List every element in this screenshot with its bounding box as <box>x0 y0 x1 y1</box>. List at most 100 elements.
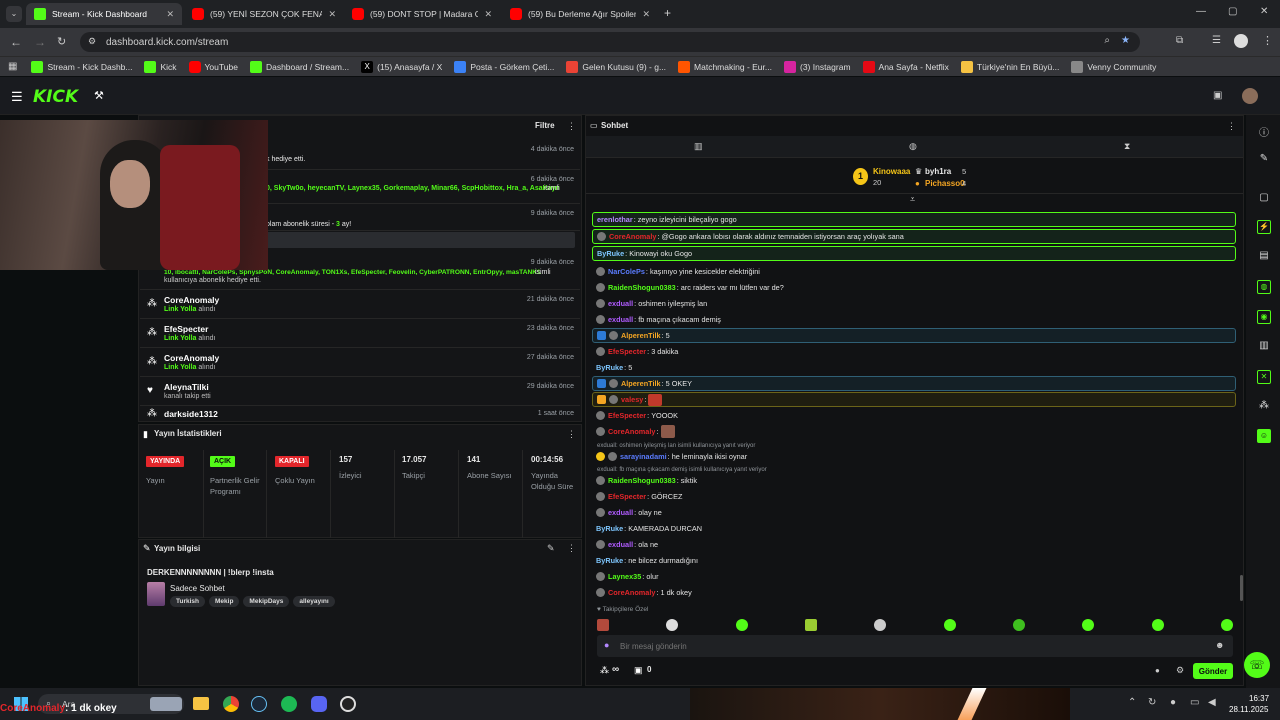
emote-icon[interactable] <box>1151 619 1164 631</box>
chat-username[interactable]: exduall <box>608 299 633 308</box>
bookmark-item[interactable]: Stream - Kick Dashb... <box>31 60 132 73</box>
chat-username[interactable]: EfeSpecter <box>608 347 646 356</box>
sync-icon[interactable]: ↻ <box>1148 697 1156 708</box>
chat-input[interactable] <box>620 638 1200 654</box>
chat-username[interactable]: RaidenShogun0383 <box>608 476 676 485</box>
apps-grid-icon[interactable]: ▦ <box>8 61 17 72</box>
hamburger-icon[interactable]: ☰ <box>11 89 23 105</box>
message-icon[interactable]: ◍ <box>1257 280 1271 294</box>
send-button[interactable]: Gönder <box>1193 663 1233 679</box>
file-explorer-icon[interactable] <box>193 697 209 710</box>
chat-username[interactable]: valesy <box>621 395 643 404</box>
zoom-icon[interactable]: ⌕ <box>1104 35 1110 46</box>
settings-gear-icon[interactable]: ⚙ <box>1176 665 1184 676</box>
wrench-icon[interactable]: ✕ <box>1257 370 1271 384</box>
chat-username[interactable]: EfeSpecter <box>608 411 646 420</box>
chat-username[interactable]: AlperenTilk <box>621 379 661 388</box>
reading-list-icon[interactable]: ☰ <box>1212 35 1221 46</box>
broadcast-icon[interactable]: ◉ <box>1257 310 1271 324</box>
hourglass-icon[interactable]: ⧗ <box>1124 141 1130 152</box>
tab-youtube-3[interactable]: (59) Bu Derleme Ağır Spoiler İç ✕ <box>502 3 658 25</box>
bookmark-item[interactable]: Dashboard / Stream... <box>249 60 349 73</box>
trash-icon[interactable]: ▥ <box>694 141 703 152</box>
close-icon[interactable]: ✕ <box>642 9 650 20</box>
nodes-icon[interactable]: ⁂ <box>1257 400 1271 414</box>
emote-icon[interactable] <box>1082 619 1095 631</box>
chat-username[interactable]: Laynex35 <box>608 572 641 581</box>
chat-username[interactable]: exduall <box>608 508 633 517</box>
gift-box-icon[interactable]: ▣ <box>634 665 643 676</box>
kick-logo[interactable]: KICK <box>33 87 78 107</box>
emote-icon[interactable] <box>666 619 679 631</box>
bookmark-star-icon[interactable]: ★ <box>1121 35 1130 46</box>
close-icon[interactable]: ✕ <box>328 9 336 20</box>
more-icon[interactable]: ⋮ <box>567 121 576 132</box>
volume-icon[interactable]: ◀ <box>1208 697 1216 708</box>
tab-kick-dashboard[interactable]: Stream - Kick Dashboard ✕ <box>26 3 182 25</box>
edit-icon[interactable]: ✎ <box>547 543 555 554</box>
bot-icon[interactable]: ☺ <box>1257 429 1271 443</box>
emote-icon[interactable] <box>1220 619 1233 631</box>
chat-username[interactable]: exduall <box>608 540 633 549</box>
chat-username[interactable]: CoreAnomaly <box>608 588 655 597</box>
microphone-tray-icon[interactable]: ● <box>1170 697 1176 708</box>
tab-search-icon[interactable]: ⌄ <box>6 6 22 22</box>
chat-username[interactable]: ByRuke <box>596 363 623 372</box>
more-icon[interactable]: ⋮ <box>567 429 576 440</box>
address-bar[interactable]: ⚙ dashboard.kick.com/stream ⌕ ★ <box>80 32 1140 52</box>
emote-icon[interactable] <box>597 619 609 631</box>
channel-points-icon[interactable]: ⁂ <box>600 665 609 676</box>
chat-username[interactable]: NarColePs <box>608 267 645 276</box>
obs-icon[interactable] <box>340 696 356 712</box>
bookmark-item[interactable]: (3) Instagram <box>783 60 851 73</box>
bookmark-item[interactable]: Türkiye'nin En Büyü... <box>960 60 1059 73</box>
bookmark-item[interactable]: Kick <box>144 60 177 73</box>
info-icon[interactable]: ⓘ <box>1257 124 1271 139</box>
emote-icon[interactable] <box>1012 619 1025 631</box>
chat-bubble-icon[interactable]: ● <box>1155 666 1160 675</box>
new-tab-icon[interactable]: + <box>664 6 671 20</box>
bookmark-item[interactable]: X (15) Anasayfa / X <box>361 60 442 73</box>
forward-icon[interactable]: → <box>34 35 46 49</box>
user-avatar[interactable] <box>1242 88 1258 104</box>
bookmark-item[interactable]: YouTube <box>188 60 238 73</box>
network-icon[interactable]: ▭ <box>1190 697 1199 708</box>
bookmark-item[interactable]: Gelen Kutusu (9) - g... <box>566 60 666 73</box>
document-icon[interactable]: ▤ <box>1257 250 1271 264</box>
chat-username[interactable]: CoreAnomaly <box>608 427 655 436</box>
emote-icon[interactable] <box>874 619 887 631</box>
discord-icon[interactable] <box>311 696 327 712</box>
camera-icon[interactable]: ▣ <box>1213 90 1222 101</box>
filter-button[interactable]: Filtre <box>535 121 555 130</box>
chrome-icon[interactable] <box>223 696 239 712</box>
chat-username[interactable]: exduall <box>608 315 633 324</box>
chat-username[interactable]: EfeSpecter <box>608 492 646 501</box>
more-icon[interactable]: ⋮ <box>1227 121 1236 132</box>
steam-icon[interactable] <box>251 696 267 712</box>
screen-icon[interactable]: ▢ <box>1257 192 1271 206</box>
bookmark-item[interactable]: Matchmaking - Eur... <box>678 60 772 73</box>
back-icon[interactable]: ← <box>10 35 22 49</box>
close-icon[interactable]: ✕ <box>484 9 492 20</box>
chat-username[interactable]: ByRuke <box>596 524 623 533</box>
clock-date[interactable]: 28.11.2025 <box>1229 705 1268 714</box>
bookmark-item[interactable]: Posta - Görkem Çeti... <box>454 60 554 73</box>
tab-youtube-1[interactable]: (59) YENİ SEZON ÇOK FENA BA ✕ <box>184 3 344 25</box>
chevron-up-icon[interactable]: ⌃ <box>1128 697 1136 708</box>
emote-icon[interactable] <box>943 619 956 631</box>
window-close-icon[interactable]: ✕ <box>1260 6 1268 17</box>
pencil-icon[interactable]: ✎ <box>1257 153 1271 167</box>
emote-icon[interactable] <box>735 619 748 631</box>
maximize-icon[interactable]: ▢ <box>1228 6 1237 17</box>
emote-icon[interactable] <box>804 619 817 631</box>
expand-chevron-icon[interactable]: ⩡ <box>910 194 915 205</box>
chat-username[interactable]: RaidenShogun0383 <box>608 283 676 292</box>
chat-username[interactable]: ByRuke <box>596 556 623 565</box>
lightning-icon[interactable]: ⚡ <box>1257 220 1271 234</box>
more-icon[interactable]: ⋮ <box>567 543 576 554</box>
chat-username[interactable]: CoreAnomaly <box>609 232 656 241</box>
reload-icon[interactable]: ↻ <box>57 35 66 48</box>
microphone-icon[interactable]: ● <box>604 640 609 650</box>
chat-username[interactable]: erenlothar <box>597 215 633 224</box>
bookmark-item[interactable]: Ana Sayfa - Netflix <box>862 60 949 73</box>
